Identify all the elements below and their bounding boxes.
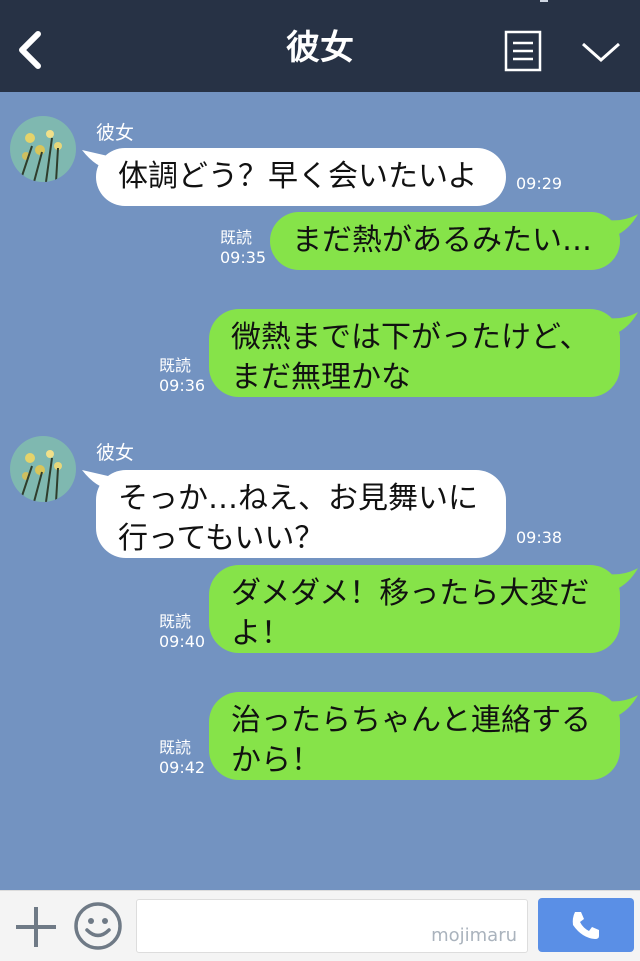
message-bubble-outgoing[interactable]: ダメダメ！移ったら大変だ よ！ (209, 565, 620, 653)
message-bubble-incoming[interactable]: 体調どう？早く会いたいよ (96, 148, 506, 206)
message-time: 09:42 (159, 758, 206, 777)
bubble-tail (606, 695, 638, 719)
message-text-line: から！ (231, 743, 321, 778)
message-bubble-outgoing[interactable]: 治ったらちゃんと連絡する から！ (209, 692, 620, 780)
message-time: 09:36 (159, 376, 206, 395)
message-input[interactable]: mojimaru (136, 899, 528, 953)
message-text-line: 行ってもいい？ (118, 521, 325, 556)
message-bubble-outgoing[interactable]: 微熱までは下がったけど、 まだ無理かな (209, 309, 620, 397)
chevron-down-icon[interactable] (580, 38, 622, 66)
message-text: まだ熱があるみたい… (292, 223, 592, 258)
read-receipt: 既読 09:35 (220, 228, 266, 268)
message-time: 09:29 (516, 174, 563, 193)
message-text-line: ダメダメ！移ったら大変だ (231, 576, 590, 611)
message-bubble-incoming[interactable]: そっか…ねえ、お見舞いに 行ってもいい？ (96, 470, 506, 558)
read-label: 既読 (159, 738, 192, 757)
read-label: 既読 (220, 228, 253, 247)
sender-name: 彼女 (96, 122, 135, 144)
read-label: 既読 (159, 612, 192, 631)
message-text-line: 治ったらちゃんと連絡する (231, 703, 591, 738)
message-text-line: 微熱までは下がったけど、 (231, 320, 590, 355)
emoji-icon[interactable] (73, 901, 123, 951)
status-indicator (540, 0, 548, 2)
read-receipt: 既読 09:42 (159, 738, 205, 778)
bubble-tail (606, 312, 638, 336)
message-text-line: まだ無理かな (231, 360, 411, 395)
bubble-tail (606, 214, 638, 238)
phone-icon (572, 912, 599, 939)
plus-icon[interactable] (14, 905, 58, 949)
read-label: 既読 (159, 356, 192, 375)
message-text-line: そっか…ねえ、お見舞いに (118, 481, 478, 516)
avatar[interactable] (10, 436, 76, 502)
menu-icon[interactable] (504, 30, 544, 72)
call-button[interactable] (538, 898, 634, 952)
flower-avatar-icon (10, 436, 76, 502)
chat-title: 彼女 (286, 28, 354, 68)
chat-area: 彼女 体調どう？早く会いたいよ 09:29 既読 09:35 まだ熱があるみたい… (0, 92, 640, 890)
sender-name: 彼女 (96, 442, 135, 464)
watermark-text: mojimaru (431, 925, 517, 946)
message-text: 体調どう？早く会いたいよ (118, 159, 478, 194)
message-bubble-outgoing[interactable]: まだ熱があるみたい… (270, 212, 620, 270)
read-receipt: 既読 09:36 (159, 356, 205, 396)
message-time: 09:40 (159, 632, 206, 651)
message-text-line: よ！ (231, 616, 291, 651)
avatar[interactable] (10, 116, 76, 182)
message-time: 09:35 (220, 248, 267, 267)
message-time: 09:38 (516, 528, 563, 547)
input-bar: mojimaru (0, 890, 640, 961)
read-receipt: 既読 09:40 (159, 612, 205, 652)
flower-avatar-icon (10, 116, 76, 182)
bubble-tail (606, 568, 638, 592)
header-bar: 彼女 (0, 0, 640, 92)
